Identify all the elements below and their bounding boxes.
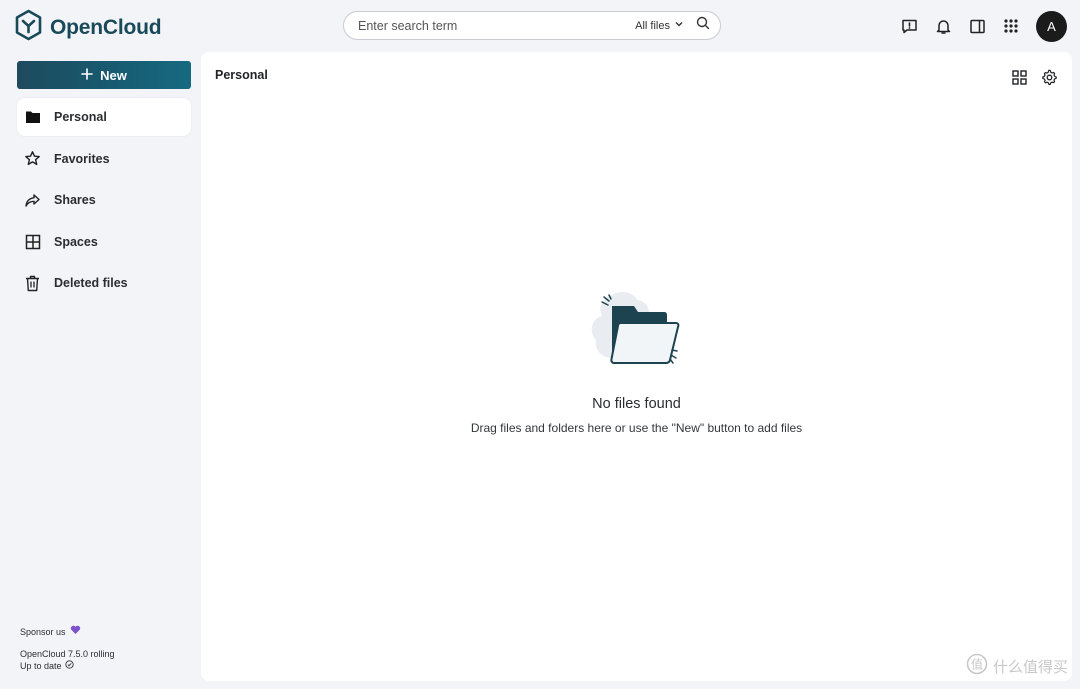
empty-state-title: No files found <box>592 396 681 412</box>
check-circle-icon <box>64 660 74 672</box>
trash-icon <box>24 275 41 292</box>
version-text: OpenCloud 7.5.0 rolling <box>20 649 115 659</box>
folder-icon <box>24 109 41 126</box>
heart-icon <box>70 625 81 638</box>
sidebar-item-personal[interactable]: Personal <box>17 98 191 136</box>
app-logo[interactable]: OpenCloud <box>15 9 162 46</box>
sidebar-item-spaces[interactable]: Spaces <box>17 223 191 261</box>
plus-icon <box>81 67 93 83</box>
new-button[interactable]: New <box>17 61 191 89</box>
search-scope-label: All files <box>635 19 670 32</box>
sidebar-item-label: Shares <box>54 193 96 207</box>
app-switcher-icon[interactable] <box>994 10 1028 42</box>
sidebar-item-favorites[interactable]: Favorites <box>17 140 191 178</box>
empty-state-description: Drag files and folders here or use the "… <box>470 421 803 435</box>
top-actions: A <box>892 10 1067 42</box>
sidebar-item-label: Favorites <box>54 151 110 166</box>
user-avatar[interactable]: A <box>1036 10 1067 42</box>
empty-folder-illustration <box>201 288 1072 372</box>
search-bar: All files <box>343 11 721 40</box>
breadcrumb[interactable]: Personal <box>215 68 268 82</box>
watermark-text: 什么值得买 <box>992 657 1068 676</box>
empty-state: No files found Drag files and folders he… <box>201 288 1072 435</box>
opencloud-logo-icon <box>15 9 42 46</box>
sidebar-item-label: Deleted files <box>54 276 128 290</box>
app-name: OpenCloud <box>50 15 162 39</box>
sidebar-item-label: Spaces <box>54 234 98 249</box>
star-icon <box>24 150 41 167</box>
share-arrow-icon <box>24 192 41 209</box>
sponsor-link[interactable]: Sponsor us <box>20 625 115 638</box>
bell-icon[interactable] <box>926 10 960 42</box>
sidebar-nav: Personal Favorites Shares Spaces Deleted… <box>17 98 191 306</box>
smzdm-logo-icon: 值 <box>966 653 988 679</box>
spaces-grid-icon <box>24 233 41 250</box>
search-input[interactable] <box>358 18 636 33</box>
sponsor-label: Sponsor us <box>20 626 66 637</box>
sidebar-footer: Sponsor us OpenCloud 7.5.0 rolling Up to… <box>20 625 115 672</box>
tiles-view-icon[interactable] <box>1006 64 1032 90</box>
search-scope-dropdown[interactable]: All files <box>635 19 684 32</box>
sidebar: New Personal Favorites Shares Spaces Del… <box>0 52 200 689</box>
svg-text:值: 值 <box>971 657 983 672</box>
top-bar: OpenCloud All files <box>0 0 1080 52</box>
sidebar-item-label: Personal <box>54 110 107 124</box>
settings-gear-icon[interactable] <box>1036 64 1062 90</box>
sidebar-toggle-icon[interactable] <box>960 10 994 42</box>
feedback-icon[interactable] <box>892 10 926 42</box>
watermark: 值 什么值得买 <box>966 653 1068 679</box>
sidebar-item-deleted-files[interactable]: Deleted files <box>17 264 191 302</box>
sidebar-item-shares[interactable]: Shares <box>17 181 191 219</box>
chevron-down-icon <box>674 19 684 32</box>
new-button-label: New <box>100 67 127 83</box>
update-status: Up to date <box>20 661 62 671</box>
main-panel: Personal No files found Drag files and f… <box>201 52 1072 681</box>
search-icon[interactable] <box>696 16 710 35</box>
view-options <box>1006 64 1062 90</box>
